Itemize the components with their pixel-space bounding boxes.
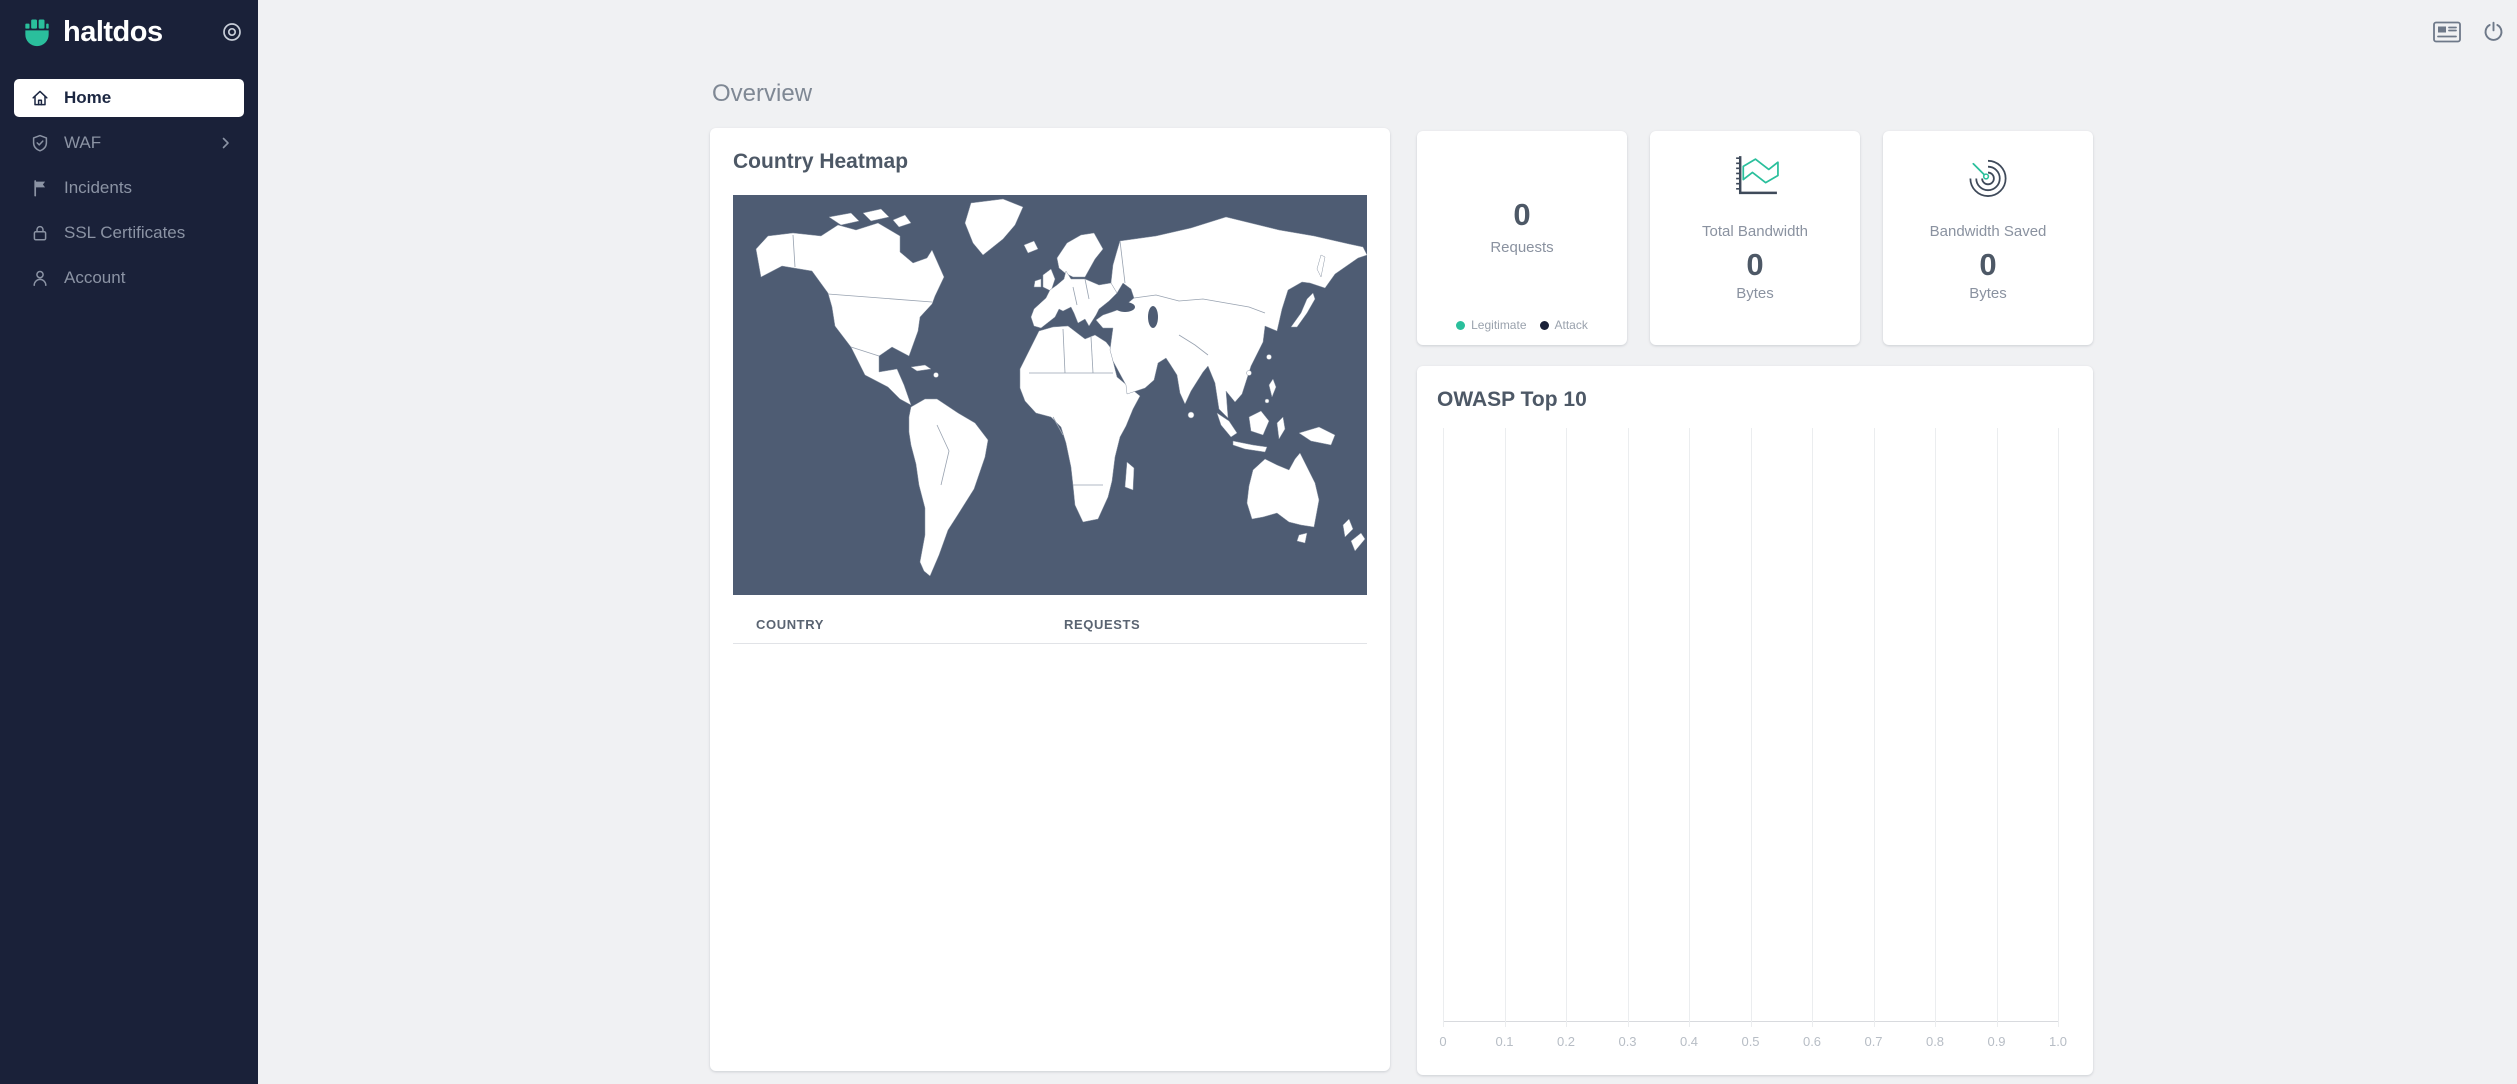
legitimate-legend-label: Legitimate	[1471, 318, 1526, 332]
sidebar-item-account[interactable]: Account	[14, 259, 244, 297]
bandwidth-saved-unit: Bytes	[1969, 285, 2007, 302]
x-axis-tick-label: 0.7	[1864, 1034, 1882, 1049]
topbar-actions	[2433, 20, 2505, 43]
sidebar-item-label: SSL Certificates	[64, 223, 185, 243]
total-bandwidth-stat-card: Total Bandwidth 0 Bytes	[1650, 131, 1860, 345]
legitimate-legend-dot	[1456, 321, 1465, 330]
gridline	[1689, 428, 1690, 1027]
requests-value: 0	[1513, 199, 1530, 230]
x-axis-tick-label: 0.2	[1557, 1034, 1575, 1049]
gridline	[2058, 428, 2059, 1027]
sidebar-item-waf[interactable]: WAF	[14, 124, 244, 162]
x-axis-tick-label: 0.9	[1987, 1034, 2005, 1049]
sidebar-item-label: Account	[64, 268, 125, 288]
lock-icon	[30, 223, 50, 243]
total-bandwidth-title: Total Bandwidth	[1702, 223, 1808, 240]
shield-check-icon	[30, 133, 50, 153]
user-icon	[30, 268, 50, 288]
attack-legend-label: Attack	[1555, 318, 1588, 332]
x-axis-tick-label: 0	[1439, 1034, 1446, 1049]
x-axis-tick-label: 0.4	[1680, 1034, 1698, 1049]
owasp-top10-card: OWASP Top 10 0 0.1 0.2 0.3 0.4 0.5 0.6 0.7 0.8 0.…	[1417, 366, 2093, 1075]
power-icon[interactable]	[2482, 20, 2505, 43]
column-header-country: COUNTRY	[756, 617, 824, 632]
radar-icon	[1963, 152, 2013, 199]
country-table-header: COUNTRY REQUESTS	[733, 607, 1367, 644]
country-heatmap-card: Country Heatmap	[710, 128, 1390, 1071]
total-bandwidth-value: 0	[1746, 249, 1763, 280]
country-heatmap-title: Country Heatmap	[733, 150, 908, 174]
requests-legend: Legitimate Attack	[1417, 318, 1627, 332]
news-icon[interactable]	[2433, 21, 2461, 43]
brand-header: haltdos	[22, 14, 242, 50]
sidebar-collapse-toggle-icon[interactable]	[222, 22, 242, 42]
gridline	[1443, 428, 1444, 1027]
sidebar-item-home[interactable]: Home	[14, 79, 244, 117]
bandwidth-saved-title: Bandwidth Saved	[1930, 223, 2047, 240]
column-header-requests: REQUESTS	[1064, 617, 1140, 632]
page-title: Overview	[712, 80, 812, 108]
sidebar-nav: Home WAF Incide	[14, 79, 244, 304]
x-axis-tick-label: 1.0	[2049, 1034, 2067, 1049]
flag-icon	[30, 178, 50, 198]
sidebar-item-label: Home	[64, 88, 111, 108]
x-axis-tick-label: 0.5	[1741, 1034, 1759, 1049]
owasp-title: OWASP Top 10	[1437, 388, 1587, 412]
owasp-chart-area	[1443, 428, 2058, 1021]
home-icon	[30, 88, 50, 108]
gridline	[1812, 428, 1813, 1027]
x-axis-tick-label: 0.8	[1926, 1034, 1944, 1049]
requests-stat-card: 0 Requests Legitimate Attack	[1417, 131, 1627, 345]
total-bandwidth-unit: Bytes	[1736, 285, 1774, 302]
gridline	[1628, 428, 1629, 1027]
world-map[interactable]	[733, 195, 1367, 595]
bandwidth-saved-stat-card: Bandwidth Saved 0 Bytes	[1883, 131, 2093, 345]
gridline	[1997, 428, 1998, 1027]
area-chart-icon	[1730, 152, 1781, 199]
bandwidth-saved-value: 0	[1979, 249, 1996, 280]
gridline	[1935, 428, 1936, 1027]
requests-label: Requests	[1490, 239, 1553, 256]
x-axis-tick-label: 0.1	[1495, 1034, 1513, 1049]
brand-name: haltdos	[63, 16, 163, 49]
sidebar-item-label: WAF	[64, 133, 101, 153]
sidebar-item-incidents[interactable]: Incidents	[14, 169, 244, 207]
chevron-right-icon	[220, 137, 232, 149]
gridline	[1874, 428, 1875, 1027]
sidebar-item-ssl-certificates[interactable]: SSL Certificates	[14, 214, 244, 252]
attack-legend-dot	[1540, 321, 1549, 330]
gridline	[1566, 428, 1567, 1027]
haltdos-fist-logo-icon	[22, 17, 52, 47]
stats-row: 0 Requests Legitimate Attack Total Bandw…	[1417, 131, 2093, 345]
gridline	[1751, 428, 1752, 1027]
sidebar-item-label: Incidents	[64, 178, 132, 198]
x-axis-tick-label: 0.6	[1803, 1034, 1821, 1049]
x-axis-tick-label: 0.3	[1618, 1034, 1636, 1049]
gridline	[1505, 428, 1506, 1027]
sidebar: haltdos Home WAF	[0, 0, 258, 1084]
x-axis-labels: 00.10.20.30.40.50.60.70.80.91.0	[1443, 1021, 2058, 1051]
